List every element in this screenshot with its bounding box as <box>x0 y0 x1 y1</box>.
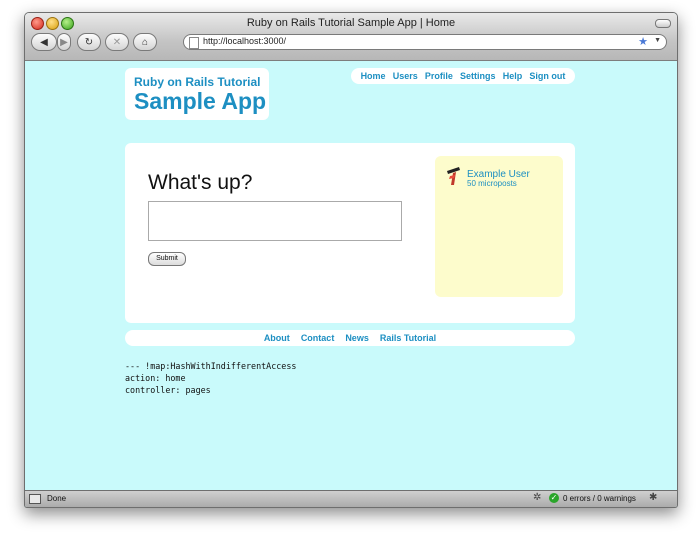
error-count[interactable]: 0 errors / 0 warnings <box>563 494 636 503</box>
forward-arrow-icon: ▶ <box>60 36 68 48</box>
url-bar[interactable]: http://localhost:3000/ ★ ▼ <box>183 34 667 50</box>
url-text[interactable]: http://localhost:3000/ <box>203 36 286 46</box>
window-title: Ruby on Rails Tutorial Sample App | Home <box>246 17 456 29</box>
submit-button[interactable]: Submit <box>148 252 186 266</box>
main-content-box: What's up? Submit Example User 50 microp… <box>125 143 575 323</box>
footer-news[interactable]: News <box>345 333 369 343</box>
check-icon[interactable]: ✓ <box>549 493 559 503</box>
nav-profile[interactable]: Profile <box>425 71 453 81</box>
bookmark-star-icon[interactable]: ★ <box>638 35 648 48</box>
home-button[interactable]: ⌂ <box>133 33 157 51</box>
gravatar-logo-icon[interactable] <box>445 166 462 186</box>
debug-line: action: home <box>125 373 186 383</box>
toolbar-toggle-icon[interactable] <box>655 19 671 28</box>
site-logo[interactable]: Ruby on Rails Tutorial Sample App <box>125 68 269 120</box>
logo-line1: Ruby on Rails Tutorial <box>134 75 261 89</box>
forward-button[interactable]: ▶ <box>57 33 71 51</box>
back-button[interactable]: ◀ <box>31 33 57 51</box>
nav-home[interactable]: Home <box>361 71 386 81</box>
home-icon: ⌂ <box>141 36 149 48</box>
top-nav: Home Users Profile Settings Help Sign ou… <box>351 68 575 84</box>
micropost-textarea[interactable] <box>148 201 402 241</box>
browser-window: Ruby on Rails Tutorial Sample App | Home… <box>24 12 678 508</box>
footer-contact[interactable]: Contact <box>301 333 335 343</box>
user-sidebar: Example User 50 microposts <box>435 156 563 297</box>
status-bar: Done ✲ ✓ 0 errors / 0 warnings ✱ <box>25 490 677 507</box>
gear-icon[interactable]: ✲ <box>533 492 541 503</box>
title-bar: Ruby on Rails Tutorial Sample App | Home… <box>25 13 677 61</box>
back-arrow-icon: ◀ <box>40 36 48 48</box>
debug-params: --- !map:HashWithIndifferentAccess actio… <box>125 360 296 396</box>
debug-line: controller: pages <box>125 385 211 395</box>
stop-icon: ✕ <box>112 36 122 48</box>
page-heading: What's up? <box>148 171 253 194</box>
page-icon <box>189 37 199 49</box>
footer-about[interactable]: About <box>264 333 290 343</box>
nav-sign-out[interactable]: Sign out <box>529 71 565 81</box>
nav-users[interactable]: Users <box>393 71 418 81</box>
nav-help[interactable]: Help <box>503 71 523 81</box>
chevron-down-icon[interactable]: ▼ <box>654 37 661 44</box>
firebug-icon[interactable]: ✱ <box>649 492 657 503</box>
logo-line2: Sample App <box>134 88 267 114</box>
status-text: Done <box>47 494 67 503</box>
status-page-icon <box>29 494 41 504</box>
reload-button[interactable]: ↻ <box>77 33 101 51</box>
nav-settings[interactable]: Settings <box>460 71 496 81</box>
reload-icon: ↻ <box>84 36 94 48</box>
debug-line: --- !map:HashWithIndifferentAccess <box>125 361 297 371</box>
footer-rails-tutorial[interactable]: Rails Tutorial <box>380 333 436 343</box>
footer-nav: About Contact News Rails Tutorial <box>125 330 575 346</box>
micropost-count: 50 microposts <box>467 179 517 188</box>
stop-button[interactable]: ✕ <box>105 33 129 51</box>
page-content: Ruby on Rails Tutorial Sample App Home U… <box>25 61 677 490</box>
